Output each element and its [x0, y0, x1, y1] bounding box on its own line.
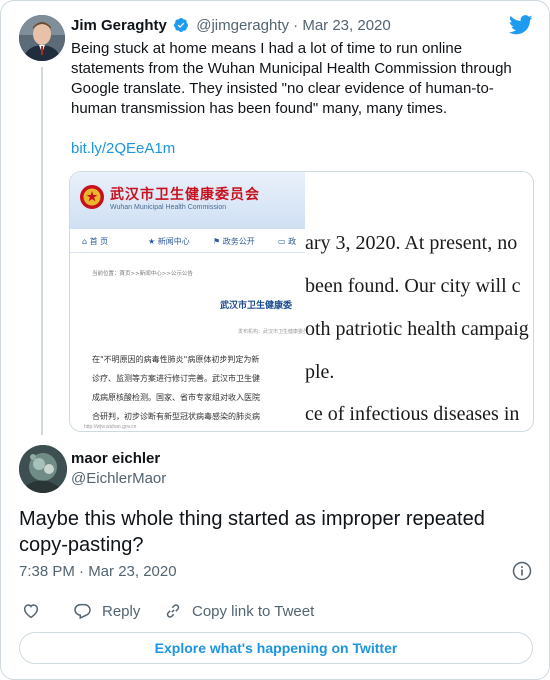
webpage-footer-url: http://wjw.wuhan.gov.cn [84, 424, 137, 430]
quoted-tweet-link[interactable]: bit.ly/2QEeA1m [71, 139, 175, 159]
webpage-article-title: 武汉市卫生健康委 [220, 301, 293, 311]
quoted-author-avatar[interactable] [19, 15, 65, 61]
thread-connector-line [41, 67, 43, 435]
explore-twitter-button[interactable]: Explore what's happening on Twitter [19, 632, 533, 664]
nav-news-item: ★ 新闻中心 [148, 237, 190, 246]
header-separator: · [293, 17, 299, 34]
webpage-screenshot: 武汉市卫生健康委员会 Wuhan Municipal Health Commis… [70, 172, 313, 431]
verified-badge-icon [174, 18, 189, 32]
national-emblem-icon [80, 185, 104, 209]
tweet-embed-card: Jim Geraghty @jimgeraghty · Mar 23, 2020… [0, 0, 550, 680]
quoted-tweet-image[interactable]: 武汉市卫生健康委员会 Wuhan Municipal Health Commis… [69, 171, 534, 432]
info-icon[interactable] [512, 561, 532, 581]
site-subtitle: Wuhan Municipal Health Commission [110, 204, 227, 211]
author-name[interactable]: maor eichler [71, 449, 160, 469]
webpage-breadcrumb: 当前位置：首页>>新闻中心>>公示公告 [92, 271, 193, 277]
translated-line: been found. Our city will c [305, 275, 521, 297]
nav-gov-item: ⚑ 政务公开 [213, 237, 255, 246]
translated-line: ary 3, 2020. At present, no [305, 232, 518, 254]
heart-icon[interactable] [22, 602, 40, 620]
reply-icon[interactable] [73, 602, 92, 620]
site-title: 武汉市卫生健康委员会 [110, 187, 260, 203]
tweet-text: Maybe this whole thing started as improp… [19, 508, 485, 556]
webpage-paragraph-line: 诊疗、监测等方案进行修订完善。武汉市卫生健 [92, 374, 260, 383]
nav-home-item: ⌂ 首 页 [82, 237, 109, 246]
tweet-timestamp[interactable]: 7:38 PM · Mar 23, 2020 [19, 562, 177, 582]
quoted-tweet-date[interactable]: Mar 23, 2020 [302, 17, 390, 34]
translated-line: ple. [305, 361, 335, 383]
quoted-tweet-text: Being stuck at home means I had a lot of… [71, 40, 512, 117]
quoted-author-handle[interactable]: @jimgeraghty [196, 17, 289, 34]
author-avatar[interactable] [19, 445, 67, 493]
reply-button[interactable]: Reply [102, 602, 140, 622]
webpage-paragraph-line: 在"不明原因的病毒性肺炎"病原体初步判定为新 [92, 355, 260, 364]
webpage-paragraph-line: 成病原核酸检测。国家、省市专家组对收入医院 [92, 393, 260, 402]
translated-text-crop: ary 3, 2020. At present, no been found. … [305, 172, 533, 431]
translated-line: ce of infectious diseases in [305, 403, 520, 425]
webpage-header: 武汉市卫生健康委员会 Wuhan Municipal Health Commis… [70, 172, 305, 229]
quoted-tweet-header: Jim Geraghty @jimgeraghty · Mar 23, 2020 [71, 16, 391, 36]
webpage-meta: 发布机构：武汉市卫生健康委员会 [238, 329, 314, 335]
webpage-paragraph-line: 合研判，初步诊断有新型冠状病毒感染的肺炎病 [92, 412, 260, 421]
link-icon[interactable] [164, 602, 182, 620]
translated-line: oth patriotic health campaig [305, 318, 529, 340]
twitter-bird-icon[interactable] [509, 15, 533, 35]
nav-other-item: ▭ 政 [278, 237, 297, 246]
quoted-author-name[interactable]: Jim Geraghty [71, 17, 167, 34]
webpage-nav: ⌂ 首 页 ★ 新闻中心 ⚑ 政务公开 ▭ 政 [70, 229, 305, 253]
author-handle[interactable]: @EichlerMaor [71, 469, 166, 489]
copy-link-button[interactable]: Copy link to Tweet [192, 602, 314, 622]
tweet-actions: Reply Copy link to Tweet [1, 602, 549, 622]
